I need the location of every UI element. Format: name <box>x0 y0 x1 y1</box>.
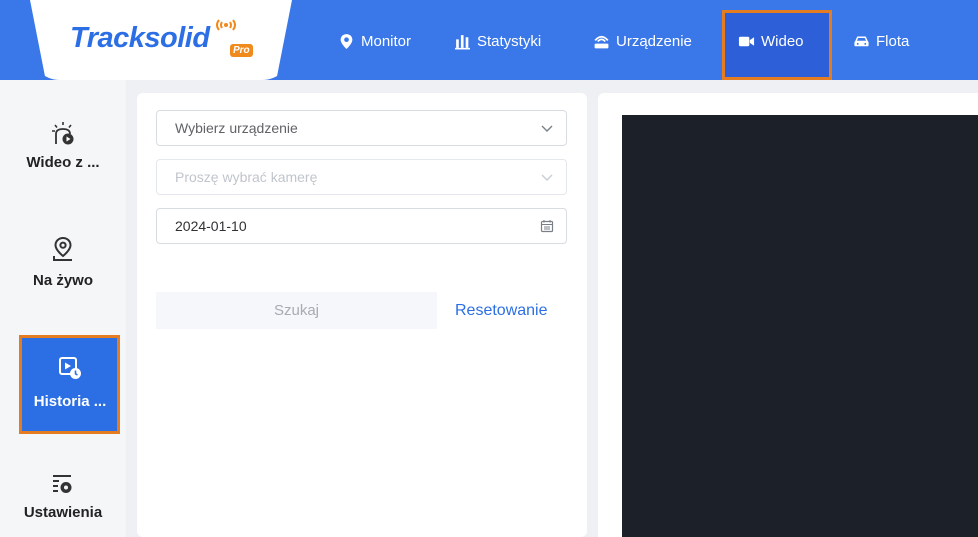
logo-text: Tracksolid <box>70 22 210 54</box>
device-select[interactable]: Wybierz urządzenie <box>156 110 567 146</box>
nav-label: Flota <box>876 32 910 50</box>
calendar-icon <box>540 220 554 233</box>
nav-label: Urządzenie <box>616 32 692 50</box>
camera-select-placeholder: Proszę wybrać kamerę <box>175 169 318 185</box>
app-logo[interactable]: Tracksolid <box>70 22 210 55</box>
map-pin-icon <box>53 236 72 261</box>
video-camera-icon <box>738 36 755 46</box>
signal-icon <box>216 19 236 31</box>
nav-monitor[interactable]: Monitor <box>338 26 411 56</box>
car-icon <box>854 35 869 46</box>
pro-badge: Pro <box>230 44 253 57</box>
live-video-icon <box>52 122 74 145</box>
sidebar-item-live-video[interactable]: Wideo z ... <box>0 120 126 171</box>
nav-label: Statystyki <box>477 32 542 50</box>
bar-chart-icon <box>455 34 470 49</box>
top-navigation-bar: Tracksolid Pro Monitor Statystyki Urządz <box>0 0 978 80</box>
reset-button[interactable]: Resetowanie <box>455 292 548 329</box>
sidebar: Wideo z ... Na żywo Historia ... Ustawie… <box>0 80 126 537</box>
sidebar-item-label: Na żywo <box>32 272 93 289</box>
nav-statystyki[interactable]: Statystyki <box>454 26 541 56</box>
chevron-down-icon <box>541 174 553 181</box>
video-player[interactable] <box>622 115 978 537</box>
date-value: 2024-01-10 <box>175 218 247 234</box>
sidebar-item-historia[interactable]: Historia ... <box>19 335 120 434</box>
nav-label: Wideo <box>761 32 804 50</box>
sidebar-item-label: Wideo z ... <box>26 154 100 171</box>
chevron-down-icon <box>541 125 553 132</box>
date-picker[interactable]: 2024-01-10 <box>156 208 567 244</box>
sidebar-item-ustawienia[interactable]: Ustawienia <box>0 472 126 521</box>
sidebar-item-label: Ustawienia <box>23 504 103 521</box>
nav-label: Monitor <box>361 32 412 50</box>
sidebar-item-label: Historia ... <box>33 393 107 410</box>
device-select-placeholder: Wybierz urządzenie <box>175 120 298 136</box>
playback-history-icon <box>59 357 81 379</box>
camera-select[interactable]: Proszę wybrać kamerę <box>156 159 567 195</box>
nav-urzadzenie[interactable]: Urządzenie <box>593 26 692 56</box>
settings-list-icon <box>53 475 72 493</box>
sidebar-item-na-zywo[interactable]: Na żywo <box>0 236 126 289</box>
nav-flota[interactable]: Flota <box>853 26 909 56</box>
search-button[interactable]: Szukaj <box>156 292 437 329</box>
filter-panel: Wybierz urządzenie Proszę wybrać kamerę … <box>137 93 587 537</box>
video-panel <box>598 93 978 537</box>
router-icon <box>594 35 609 48</box>
nav-wideo[interactable]: Wideo <box>738 26 804 56</box>
location-pin-icon <box>340 33 353 49</box>
